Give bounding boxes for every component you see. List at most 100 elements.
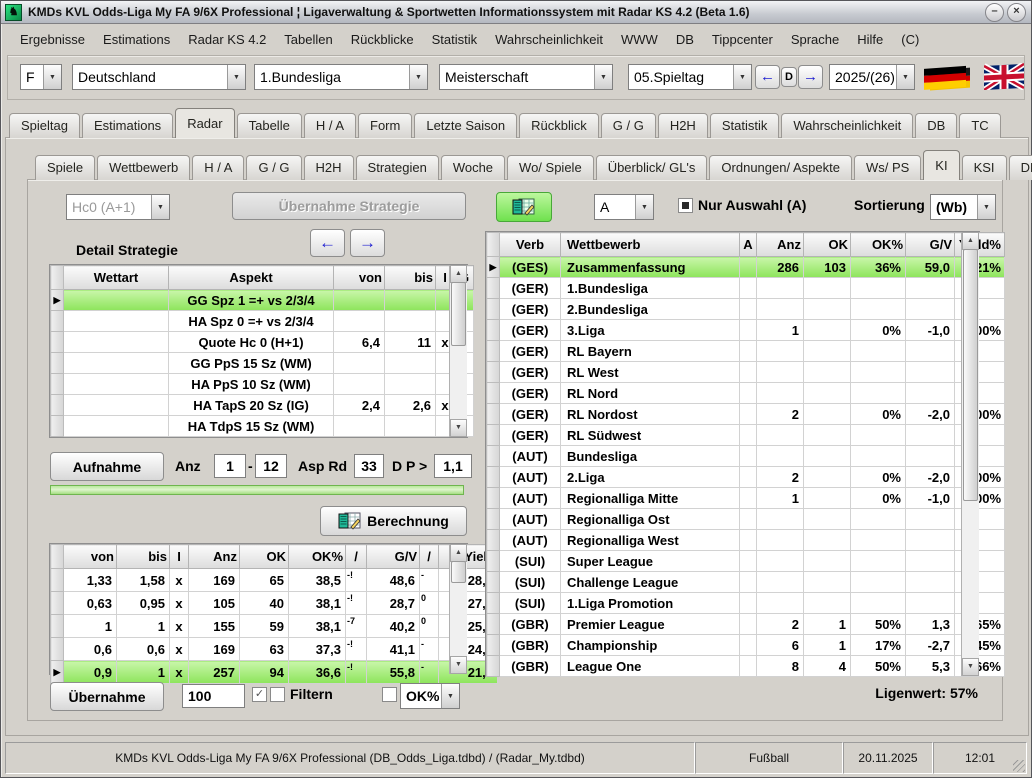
menu-item[interactable]: Ergebnisse (11, 29, 94, 50)
main-tab[interactable]: Form (358, 113, 412, 138)
vertical-scrollbar[interactable]: ▲ ▼ (961, 232, 979, 676)
main-tab[interactable]: Statistik (710, 113, 780, 138)
berechnung-button[interactable]: Berechnung (320, 506, 467, 536)
previous-matchday-button[interactable]: ← (755, 65, 780, 89)
table-row[interactable]: HA Spz 0 =+ vs 2/3/4 (51, 311, 474, 332)
table-row[interactable]: HA PpS 10 Sz (WM) (51, 374, 474, 395)
sub-tab[interactable]: H / A (192, 155, 244, 180)
menu-item[interactable]: Hilfe (848, 29, 892, 50)
column-header[interactable]: Anz (757, 233, 804, 257)
menu-item[interactable]: Tabellen (275, 29, 341, 50)
calc-selection-button[interactable] (496, 192, 552, 222)
sub-tab[interactable]: Wettbewerb (97, 155, 190, 180)
uebernahme-strategie-button[interactable]: Übernahme Strategie (232, 192, 466, 220)
scroll-down-icon[interactable]: ▼ (450, 419, 467, 437)
vertical-scrollbar[interactable]: ▲ ▼ (449, 265, 467, 437)
table-row[interactable]: (SUI)Challenge League (487, 572, 1005, 593)
column-header[interactable]: Verb (500, 233, 561, 257)
table-row[interactable]: (AUT)2.Liga20%-2,0-100% (487, 467, 1005, 488)
dp-field[interactable]: 1,1 (434, 454, 472, 478)
sub-tab[interactable]: Wo/ Spiele (507, 155, 594, 180)
main-tab[interactable]: Spieltag (9, 113, 80, 138)
menu-item[interactable]: Estimations (94, 29, 179, 50)
table-row[interactable]: (GER)RL Südwest (487, 425, 1005, 446)
resize-grip-icon[interactable] (1013, 760, 1025, 772)
main-tab[interactable]: DB (915, 113, 957, 138)
main-tab[interactable]: Estimations (82, 113, 173, 138)
column-header[interactable]: G/V (906, 233, 955, 257)
sub-tab[interactable]: DMM (1009, 155, 1032, 180)
sub-tab[interactable]: Woche (441, 155, 505, 180)
apply-checkbox[interactable]: ✓ (252, 687, 267, 702)
sub-tab[interactable]: KI (923, 150, 959, 180)
asp-rd-field[interactable]: 33 (354, 454, 384, 478)
table-row[interactable]: 11x1555938,1-740,2025,9 (51, 615, 498, 638)
table-row[interactable]: Quote Hc 0 (H+1)6,411x (51, 332, 474, 353)
sub-tab[interactable]: KSI (962, 155, 1007, 180)
stake-field[interactable]: 100 (182, 684, 245, 708)
country-combo[interactable]: Deutschland ▼ (72, 64, 246, 90)
scroll-down-icon[interactable]: ▼ (450, 656, 467, 674)
table-row[interactable]: ▶(GES)Zusammenfassung28610336%59,021% (487, 257, 1005, 278)
filter-combo[interactable]: F ▼ (20, 64, 62, 90)
scroll-down-icon[interactable]: ▼ (962, 658, 979, 676)
aufnahme-button[interactable]: Aufnahme (50, 452, 164, 481)
menu-item[interactable]: Sprache (782, 29, 848, 50)
anz-from-field[interactable]: 1 (214, 454, 246, 478)
league-combo[interactable]: 1.Bundesliga ▼ (254, 64, 428, 90)
table-row[interactable]: ▶0,91x2579436,6-!55,8-21,7 (51, 661, 498, 684)
menu-item[interactable]: DB (667, 29, 703, 50)
sub-tab[interactable]: H2H (304, 155, 354, 180)
table-row[interactable]: (AUT)Regionalliga Mitte10%-1,0-100% (487, 488, 1005, 509)
table-row[interactable]: HA TdpS 15 Sz (WM) (51, 416, 474, 437)
table-row[interactable]: (GER)3.Liga10%-1,0-100% (487, 320, 1005, 341)
column-header[interactable]: bis (385, 266, 436, 290)
column-header[interactable]: Aspekt (169, 266, 334, 290)
main-tab[interactable]: TC (959, 113, 1000, 138)
column-header[interactable]: OK% (289, 545, 346, 569)
table-row[interactable]: (SUI)1.Liga Promotion (487, 593, 1005, 614)
minimize-button[interactable]: – (985, 3, 1004, 22)
table-row[interactable]: GG PpS 15 Sz (WM) (51, 353, 474, 374)
table-row[interactable]: ▶GG Spz 1 =+ vs 2/3/4 (51, 290, 474, 311)
table-row[interactable]: (AUT)Regionalliga Ost (487, 509, 1005, 530)
strategy-combo[interactable]: Hc0 (A+1) ▼ (66, 194, 170, 220)
nur-auswahl-checkbox[interactable] (678, 198, 693, 213)
extra-checkbox[interactable] (382, 687, 397, 702)
selection-combo[interactable]: A ▼ (594, 194, 654, 220)
nav-d-button[interactable]: D (781, 67, 797, 87)
menu-item[interactable]: (C) (892, 29, 928, 50)
table-row[interactable]: (GBR)Championship6117%-2,7-45% (487, 635, 1005, 656)
column-header[interactable]: Wettart (64, 266, 169, 290)
main-tab[interactable]: Wahrscheinlichkeit (781, 113, 913, 138)
main-tab[interactable]: Rückblick (519, 113, 599, 138)
scroll-up-icon[interactable]: ▲ (450, 544, 467, 562)
column-header[interactable]: I (170, 545, 189, 569)
table-row[interactable]: (GER)RL Nord (487, 383, 1005, 404)
table-row[interactable]: (GER)RL Nordost20%-2,0-100% (487, 404, 1005, 425)
column-header[interactable]: Anz (189, 545, 240, 569)
close-button[interactable]: × (1007, 3, 1026, 22)
table-row[interactable]: 0,630,95x1054038,1-!28,7027,3 (51, 592, 498, 615)
table-row[interactable]: 1,331,58x1696538,5-!48,6-28,8 (51, 569, 498, 592)
scrollbar-thumb[interactable] (451, 282, 466, 346)
column-header[interactable]: A (740, 233, 757, 257)
column-header[interactable]: G/V (367, 545, 420, 569)
sub-tab[interactable]: Strategien (356, 155, 439, 180)
column-header[interactable]: OK (804, 233, 851, 257)
competition-combo[interactable]: Meisterschaft ▼ (439, 64, 613, 90)
table-row[interactable]: (GBR)League One8450%5,366% (487, 656, 1005, 677)
main-tab[interactable]: Letzte Saison (414, 113, 517, 138)
sort-combo[interactable]: (Wb) ▼ (930, 194, 996, 220)
column-header[interactable]: OK% (851, 233, 906, 257)
scroll-up-icon[interactable]: ▲ (450, 265, 467, 283)
main-tab[interactable]: H2H (658, 113, 708, 138)
table-row[interactable]: (GER)1.Bundesliga (487, 278, 1005, 299)
sub-tab[interactable]: G / G (246, 155, 301, 180)
menu-item[interactable]: Rückblicke (342, 29, 423, 50)
column-header[interactable]: / (346, 545, 367, 569)
menu-item[interactable]: Statistik (423, 29, 487, 50)
uebernahme-button[interactable]: Übernahme (50, 682, 164, 711)
next-matchday-button[interactable]: → (798, 65, 823, 89)
vertical-scrollbar[interactable]: ▲ ▼ (449, 544, 467, 674)
